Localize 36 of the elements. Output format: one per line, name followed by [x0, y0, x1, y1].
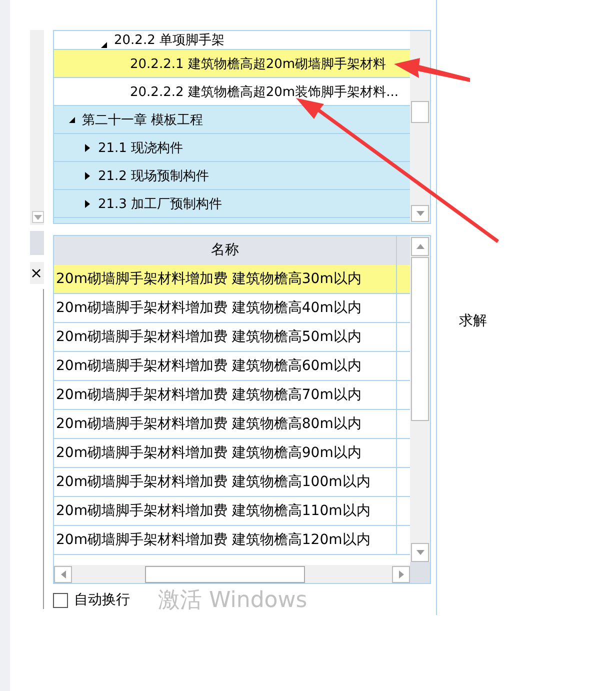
scroll-thumb[interactable]: [411, 256, 429, 421]
expand-icon[interactable]: [84, 172, 92, 180]
scroll-thumb[interactable]: [145, 566, 305, 582]
caret-icon: [398, 570, 404, 578]
scrollbar-corner: [410, 562, 430, 583]
table-cell[interactable]: 20m砌墙脚手架材料增加费 建筑物檐高60m以内: [54, 352, 397, 380]
checkbox-label[interactable]: 自动换行: [74, 591, 130, 609]
collapse-icon[interactable]: [68, 116, 76, 124]
scroll-up-button[interactable]: [411, 236, 429, 256]
expand-icon[interactable]: [84, 200, 92, 208]
dropdown-button[interactable]: [32, 211, 44, 223]
expand-icon[interactable]: [84, 144, 92, 152]
caret-icon: [416, 550, 424, 555]
tree-item[interactable]: 20.2.2.1 建筑物檐高超20m砌墙脚手架材料: [54, 50, 410, 78]
caret-icon: [60, 570, 66, 578]
scroll-right-button[interactable]: [392, 566, 410, 582]
table-cell[interactable]: 20m砌墙脚手架材料增加费 建筑物檐高40m以内: [54, 294, 397, 322]
table-cell[interactable]: 20m砌墙脚手架材料增加费 建筑物檐高120m以内: [54, 526, 397, 554]
table-cell[interactable]: 20m砌墙脚手架材料增加费 建筑物檐高90m以内: [54, 438, 397, 467]
table-cell[interactable]: 20m砌墙脚手架材料增加费 建筑物檐高80m以内: [54, 410, 397, 438]
table-cell[interactable]: 20m砌墙脚手架材料增加费 建筑物檐高50m以内: [54, 322, 397, 351]
caret-icon: [416, 210, 425, 216]
tree-item[interactable]: 20.2.2.2 建筑物檐高超20m装饰脚手架材料...: [54, 78, 410, 106]
caret-icon: [34, 214, 42, 220]
tree-item[interactable]: 20.2.2 单项脚手架: [54, 31, 410, 50]
scroll-down-button[interactable]: [411, 542, 429, 562]
side-bar: [30, 231, 44, 255]
scroll-thumb[interactable]: [411, 101, 430, 123]
checkbox[interactable]: [53, 592, 68, 608]
scroll-left-button[interactable]: [54, 566, 72, 582]
table-cell[interactable]: 20m砌墙脚手架材料增加费 建筑物檐高110m以内: [54, 496, 397, 525]
activation-notice: 激活 Windows: [158, 587, 308, 615]
table-cell[interactable]: 20m砌墙脚手架材料增加费 建筑物檐高100m以内: [54, 468, 397, 496]
solve-label: 求解: [459, 313, 487, 329]
scroll-down-button[interactable]: [411, 204, 430, 222]
table-cell[interactable]: 20m砌墙脚手架材料增加费 建筑物檐高70m以内: [54, 380, 397, 409]
